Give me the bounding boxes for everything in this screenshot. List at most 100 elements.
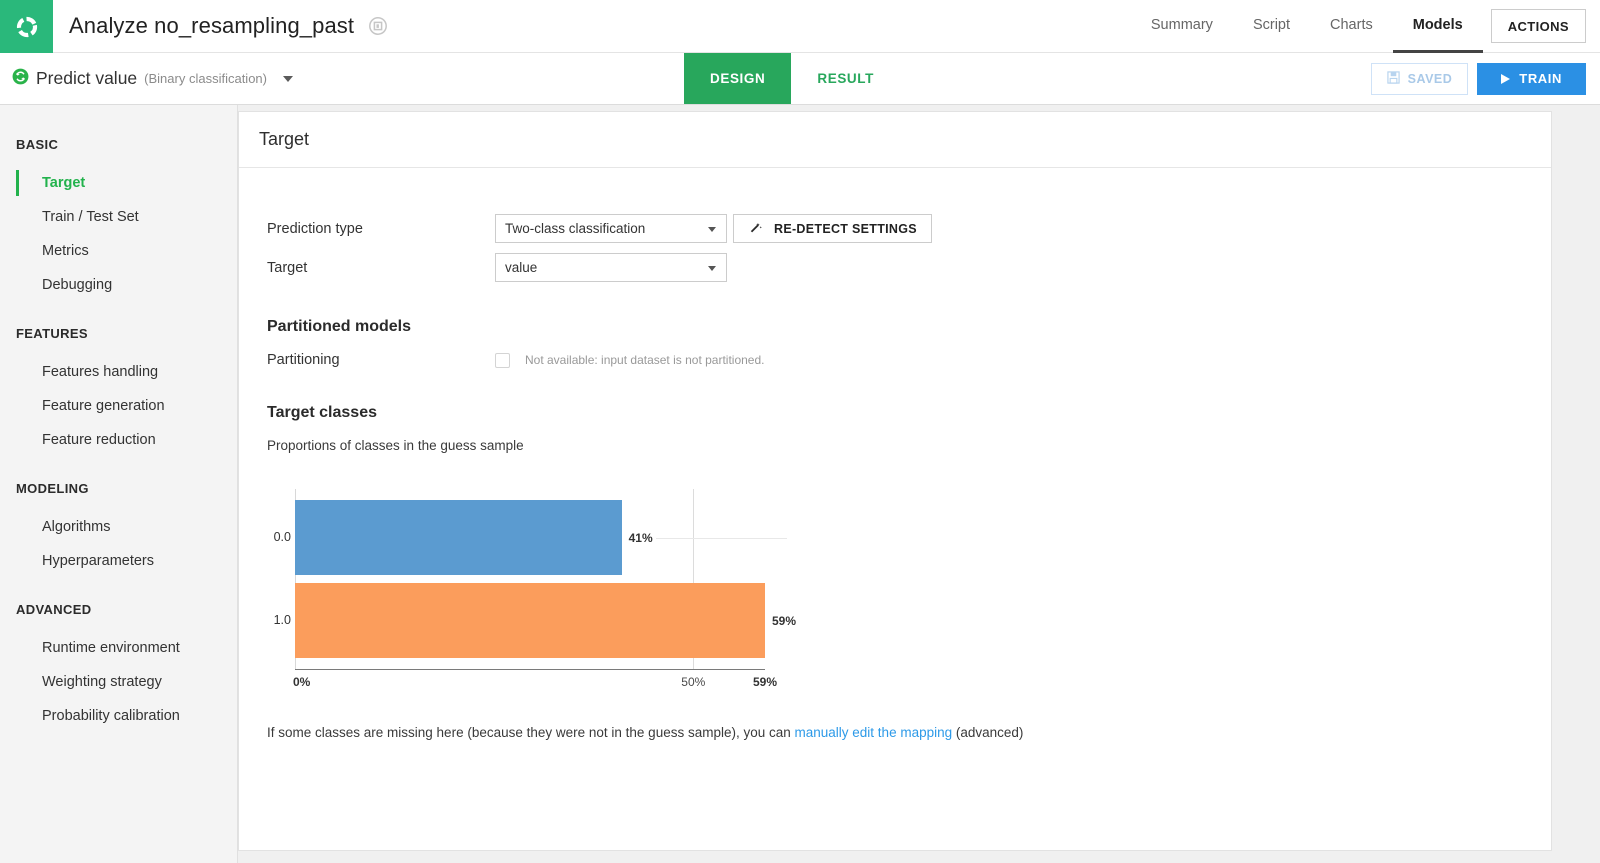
sidebar-item-features-handling[interactable]: Features handling	[0, 355, 237, 389]
sidebar-item-debugging-label: Debugging	[42, 277, 113, 293]
tab-design-label: DESIGN	[710, 71, 766, 86]
dashboard-insight-icon[interactable]	[368, 16, 388, 36]
re-detect-settings-button[interactable]: RE-DETECT SETTINGS	[733, 214, 932, 243]
partitioned-models-heading: Partitioned models	[267, 318, 412, 335]
partitioning-label: Partitioning	[267, 352, 340, 368]
target-settings-card: Target Prediction type Two-class classif…	[238, 111, 1552, 851]
tab-script[interactable]: Script	[1233, 0, 1310, 53]
tab-charts[interactable]: Charts	[1310, 0, 1393, 53]
chart-guide-line-0	[655, 537, 787, 539]
sidebar-group-basic: BASIC	[16, 137, 59, 152]
caret-down-icon[interactable]	[283, 75, 293, 82]
prediction-type-value: Two-class classification	[505, 221, 646, 236]
sidebar-item-features-handling-label: Features handling	[42, 364, 159, 380]
chart-xtick-0: 0%	[293, 675, 311, 689]
tab-script-label: Script	[1252, 17, 1291, 33]
card-title: Target	[239, 112, 1551, 168]
main-content: Target Prediction type Two-class classif…	[238, 105, 1600, 863]
partitioning-checkbox[interactable]	[495, 352, 510, 368]
model-kind-label: (Binary classification)	[144, 71, 267, 86]
sidebar-item-weighting-strategy[interactable]: Weighting strategy	[0, 665, 237, 699]
prediction-type-select[interactable]: Two-class classification	[495, 214, 727, 243]
dataiku-logo-icon[interactable]	[0, 0, 53, 53]
chevron-down-icon	[708, 266, 716, 271]
sidebar-item-probability-calibration[interactable]: Probability calibration	[0, 699, 237, 733]
save-button-label: SAVED	[1407, 71, 1453, 86]
chart-value-label-1: 59%	[772, 613, 797, 628]
sidebar-item-train-test-set[interactable]: Train / Test Set	[0, 200, 237, 234]
tab-summary-label: Summary	[1150, 17, 1213, 33]
chevron-down-icon	[708, 227, 716, 232]
sidebar-item-hyperparameters-label: Hyperparameters	[42, 553, 155, 569]
chart-bar-1[interactable]	[295, 583, 765, 658]
target-row: Target value	[267, 253, 1551, 282]
chart-xtick-2: 59%	[753, 675, 778, 689]
partitioning-note: Not available: input dataset is not part…	[525, 353, 765, 367]
prediction-type-label: Prediction type	[267, 220, 363, 237]
sidebar-item-algorithms-label: Algorithms	[42, 519, 111, 535]
toolbar-actions: SAVED TRAIN	[1370, 53, 1600, 104]
sidebar-item-metrics-label: Metrics	[42, 243, 89, 259]
proportions-caption: Proportions of classes in the guess samp…	[267, 438, 524, 453]
tab-models-label: Models	[1412, 17, 1463, 33]
sidebar-item-hyperparameters[interactable]: Hyperparameters	[0, 544, 237, 578]
sidebar-item-feature-generation-label: Feature generation	[42, 398, 165, 414]
target-select[interactable]: value	[495, 253, 727, 282]
sidebar-item-algorithms[interactable]: Algorithms	[0, 510, 237, 544]
sidebar-item-train-test-set-label: Train / Test Set	[42, 209, 139, 225]
tab-result[interactable]: RESULT	[791, 53, 900, 104]
sidebar-item-probability-calibration-label: Probability calibration	[42, 708, 180, 724]
magic-wand-icon	[748, 220, 763, 238]
actions-button-label: ACTIONS	[1507, 18, 1569, 34]
sidebar-item-runtime-environment[interactable]: Runtime environment	[0, 631, 237, 665]
sidebar-item-metrics[interactable]: Metrics	[0, 234, 237, 268]
sidebar-item-feature-reduction-label: Feature reduction	[42, 432, 156, 448]
tab-charts-label: Charts	[1330, 17, 1373, 33]
sidebar-item-target-label: Target	[42, 175, 86, 191]
save-button[interactable]: SAVED	[1370, 62, 1469, 95]
sidebar-item-feature-generation[interactable]: Feature generation	[0, 389, 237, 423]
prediction-recipe-icon	[12, 68, 29, 90]
mapping-hint: If some classes are missing here (becaus…	[267, 725, 1551, 740]
chart-category-label-1: 1.0	[273, 612, 291, 627]
chart-x-axis	[295, 669, 765, 670]
prediction-type-row: Prediction type Two-class classification…	[267, 214, 1551, 243]
tab-models[interactable]: Models	[1392, 0, 1483, 53]
target-field-label: Target	[267, 259, 308, 276]
manually-edit-mapping-link[interactable]: manually edit the mapping	[795, 725, 953, 740]
sidebar-group-advanced: ADVANCED	[16, 602, 92, 617]
page-title-text: Analyze no_resampling_past	[69, 13, 355, 38]
tab-summary[interactable]: Summary	[1131, 0, 1233, 53]
sidebar-item-target[interactable]: Target	[0, 166, 237, 200]
sidebar-group-features: FEATURES	[16, 326, 88, 341]
sidebar-group-modeling: MODELING	[16, 481, 89, 496]
actions-button[interactable]: ACTIONS	[1490, 9, 1586, 43]
top-nav-tabs: Summary Script Charts Models ACTIONS	[1131, 0, 1600, 53]
sidebar-item-debugging[interactable]: Debugging	[0, 268, 237, 302]
sidebar-item-weighting-strategy-label: Weighting strategy	[42, 674, 162, 690]
sidebar-item-feature-reduction[interactable]: Feature reduction	[0, 423, 237, 457]
class-proportions-chart: 0.0 1.0 41% 59% 0% 50% 59%	[267, 489, 1067, 699]
sidebar-item-runtime-environment-label: Runtime environment	[42, 640, 180, 656]
chart-xtick-1: 50%	[681, 675, 706, 689]
page-title: Analyze no_resampling_past	[53, 0, 388, 52]
play-icon	[1501, 73, 1511, 84]
design-sidebar: BASIC Target Train / Test Set Metrics De…	[0, 105, 238, 863]
train-button-label: TRAIN	[1519, 71, 1562, 86]
model-toolbar: Predict value (Binary classification) DE…	[0, 53, 1600, 105]
model-name-label: Predict value	[36, 68, 138, 88]
mapping-hint-prefix: If some classes are missing here (becaus…	[267, 725, 795, 740]
train-button[interactable]: TRAIN	[1477, 62, 1586, 95]
floppy-disk-icon	[1386, 70, 1400, 87]
tab-design[interactable]: DESIGN	[684, 53, 792, 104]
chart-category-label-0: 0.0	[273, 529, 291, 544]
re-detect-settings-label: RE-DETECT SETTINGS	[774, 221, 917, 236]
top-navigation-bar: Analyze no_resampling_past Summary Scrip…	[0, 0, 1600, 53]
chart-bar-0[interactable]	[295, 500, 622, 575]
tab-result-label: RESULT	[817, 71, 874, 86]
target-value: value	[505, 260, 538, 275]
chart-value-label-0: 41%	[628, 530, 653, 545]
design-result-tabs: DESIGN RESULT	[684, 53, 900, 104]
mapping-hint-suffix: (advanced)	[952, 725, 1024, 740]
model-selector[interactable]: Predict value (Binary classification)	[0, 53, 293, 104]
